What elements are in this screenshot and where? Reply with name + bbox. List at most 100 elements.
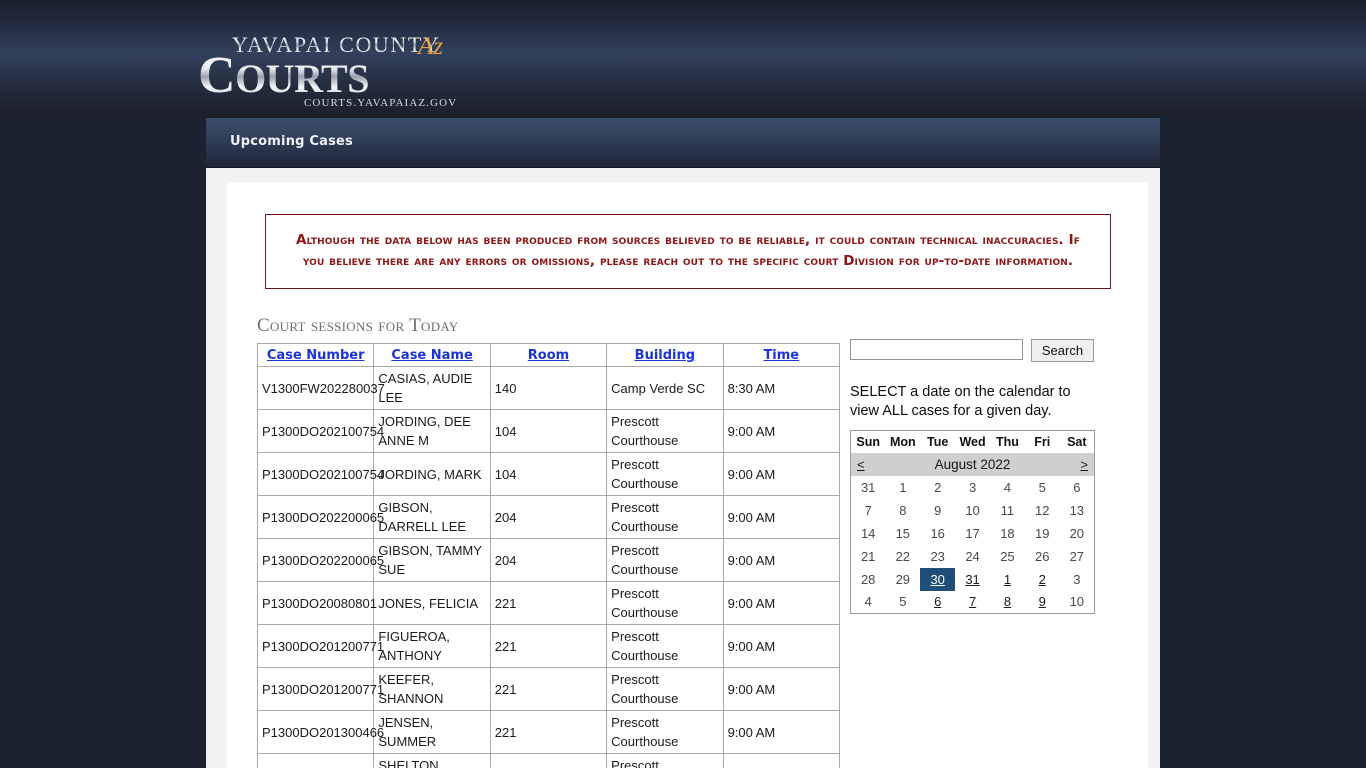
disclaimer-text: Although the data below has been produce… bbox=[296, 232, 1080, 269]
calendar-day-cell: 3 bbox=[955, 476, 990, 499]
cell-case-number: P1300DO202100754 bbox=[256, 452, 384, 496]
calendar-prev-month-link[interactable]: < bbox=[857, 457, 865, 472]
calendar-day-text: 24 bbox=[965, 548, 980, 564]
calendar-day-cell[interactable]: 9 bbox=[1025, 591, 1060, 614]
calendar-day-link[interactable]: 30 bbox=[930, 572, 944, 587]
cell-room: 204 bbox=[489, 538, 608, 582]
logo-az-text: Az bbox=[416, 33, 443, 60]
dow-wed: Wed bbox=[959, 434, 986, 449]
calendar-day-cell: 31 bbox=[851, 476, 886, 499]
dow-fri: Fri bbox=[1034, 434, 1051, 449]
calendar-day-link[interactable]: 8 bbox=[1004, 594, 1011, 609]
cell-room: 221 bbox=[489, 710, 608, 754]
sort-link-building[interactable]: Building bbox=[635, 348, 695, 363]
calendar-day-cell[interactable]: 8 bbox=[990, 591, 1025, 614]
cell-case-name: JENSEN, SUMMER bbox=[373, 710, 491, 754]
calendar-day-cell: 8 bbox=[885, 499, 920, 522]
calendar-day-text: 18 bbox=[1000, 525, 1015, 541]
calendar-week-row: 7 8 9 10 11 12 13 bbox=[851, 499, 1095, 522]
sort-link-time[interactable]: Time bbox=[763, 348, 799, 363]
sort-link-room[interactable]: Room bbox=[528, 348, 569, 363]
table-row: P1300DO201200771 KEEFER, SHANNON 221 Presco… bbox=[256, 667, 841, 711]
site-logo[interactable]: YAVAPAI COUNTY Az COURTS COURTS.YAVAPAIA… bbox=[196, 26, 466, 108]
calendar-day-headers: Sun Mon Tue Wed Thu Fri Sat bbox=[851, 431, 1095, 453]
calendar-day-text: 14 bbox=[860, 525, 876, 541]
calendar-day-link[interactable]: 1 bbox=[1004, 572, 1011, 587]
cell-building: Camp Verde SC bbox=[606, 366, 724, 410]
cell-time: 9:00 AM bbox=[722, 452, 841, 496]
cell-case-name: GIBSON, DARRELL LEE bbox=[373, 495, 491, 539]
calendar-day-text: 3 bbox=[968, 479, 977, 495]
sessions-heading: Court sessions for Today bbox=[257, 315, 459, 336]
calendar-day-cell[interactable]: 6 bbox=[920, 591, 955, 614]
cell-building: Prescott Courthouse bbox=[606, 495, 724, 539]
table-row: P1300DO202100754 JORDING, MARK 104 Prescott… bbox=[256, 452, 841, 496]
calendar-day-cell: 12 bbox=[1025, 499, 1060, 522]
calendar-day-cell[interactable]: 1 bbox=[990, 568, 1025, 591]
search-input[interactable] bbox=[850, 339, 1023, 360]
cell-time: 9:00 AM bbox=[722, 753, 841, 768]
calendar-day-cell[interactable]: 2 bbox=[1025, 568, 1060, 591]
calendar-day-cell: 15 bbox=[885, 522, 920, 545]
table-row: P1300DO202200065 GIBSON, TAMMY SUE 204 Pres… bbox=[256, 538, 841, 582]
cell-case-number: P1300DO202100754 bbox=[256, 409, 384, 453]
calendar-day-cell: 10 bbox=[1060, 591, 1095, 614]
cases-table: Case Number Case Name Room Building Time… bbox=[256, 343, 841, 768]
calendar-day-text: 28 bbox=[860, 571, 876, 587]
calendar-day-cell: 22 bbox=[885, 545, 920, 568]
calendar-day-cell[interactable]: 31 bbox=[955, 568, 990, 591]
cell-time: 9:00 AM bbox=[722, 538, 841, 582]
table-row: P1300DO201300466SHELTON, EBERLE KOST221P… bbox=[256, 753, 841, 768]
calendar-day-text: 4 bbox=[864, 594, 872, 610]
calendar-day-text: 8 bbox=[899, 502, 907, 518]
calendar-day-cell: 16 bbox=[920, 522, 955, 545]
calendar-day-cell: 14 bbox=[851, 522, 886, 545]
site-masthead: YAVAPAI COUNTY Az COURTS COURTS.YAVAPAIA… bbox=[0, 0, 1366, 118]
calendar-day-text: 22 bbox=[895, 548, 911, 564]
col-case-number: Case Number bbox=[256, 343, 375, 367]
col-time: Time bbox=[722, 343, 841, 367]
cell-room: 204 bbox=[489, 495, 608, 539]
table-row: P1300DO20080801 JONES, FELICIA 221 Prescott… bbox=[256, 581, 841, 625]
calendar-day-link[interactable]: 31 bbox=[965, 572, 979, 587]
calendar-day-cell: 5 bbox=[1025, 476, 1060, 499]
calendar-day-link[interactable]: 2 bbox=[1039, 572, 1046, 587]
calendar-day-cell: 28 bbox=[851, 568, 886, 591]
cell-time: 9:00 AM bbox=[722, 409, 841, 453]
calendar-next-month-link[interactable]: > bbox=[1080, 457, 1088, 472]
cell-time: 9:00 AM bbox=[722, 581, 841, 625]
cell-building: Prescott Courthouse bbox=[606, 710, 724, 754]
calendar-day-link[interactable]: 6 bbox=[934, 594, 941, 609]
calendar-day-text: 25 bbox=[1000, 548, 1015, 564]
calendar-day-text: 10 bbox=[965, 502, 980, 518]
dow-mon: Mon bbox=[889, 434, 916, 449]
calendar-week-row: 14 15 16 17 18 19 20 bbox=[851, 522, 1095, 545]
calendar-day-link[interactable]: 9 bbox=[1039, 594, 1046, 609]
courts-logo-graphic: YAVAPAI COUNTY Az COURTS COURTS.YAVAPAIA… bbox=[198, 32, 456, 108]
cell-case-name: JORDING, MARK bbox=[373, 452, 491, 496]
sort-link-case-name[interactable]: Case Name bbox=[391, 348, 472, 363]
main-area: Court sessions for Today Case Number Cas… bbox=[247, 315, 1128, 768]
calendar-week-row: 31 1 2 3 4 5 6 bbox=[851, 476, 1095, 499]
sidebar-column: Search SELECT a date on the calendar to … bbox=[850, 339, 1110, 614]
cell-room: 140 bbox=[489, 366, 608, 410]
calendar-day-cell: 1 bbox=[885, 476, 920, 499]
calendar-day-link[interactable]: 7 bbox=[969, 594, 976, 609]
sort-link-case-number[interactable]: Case Number bbox=[267, 348, 365, 363]
page-title: Upcoming Cases bbox=[230, 134, 353, 149]
col-building: Building bbox=[606, 343, 724, 367]
calendar-week-row: 21 22 23 24 25 26 27 bbox=[851, 545, 1095, 568]
calendar-week-row: 4 5 6 7 8 9 10 bbox=[851, 591, 1095, 614]
calendar-day-text: 11 bbox=[1000, 502, 1015, 518]
calendar-day-text: 2 bbox=[934, 479, 942, 495]
cell-time: 9:00 AM bbox=[722, 710, 841, 754]
calendar-day-cell[interactable]: 7 bbox=[955, 591, 990, 614]
cell-case-number: P1300DO201300466 bbox=[256, 753, 384, 768]
calendar-day-selected[interactable]: 30 bbox=[920, 567, 956, 591]
calendar-day-cell: 6 bbox=[1060, 476, 1095, 499]
calendar-day-text: 16 bbox=[930, 525, 945, 541]
col-case-name: Case Name bbox=[373, 343, 491, 367]
search-button[interactable]: Search bbox=[1031, 339, 1094, 362]
cell-case-name: CASIAS, AUDIE LEE bbox=[373, 366, 491, 410]
calendar-day-text: 19 bbox=[1035, 525, 1050, 541]
